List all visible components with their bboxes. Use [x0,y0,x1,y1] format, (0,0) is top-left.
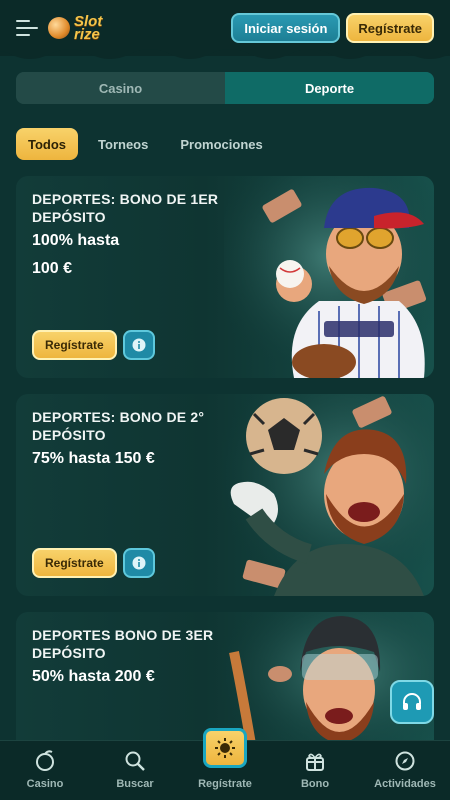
nav-label: Casino [26,778,64,790]
sport-casino-toggle: Casino Deporte [16,72,434,104]
card-title: DEPORTES BONO DE 3ER DEPÓSITO [32,627,214,661]
header-wave [0,44,450,59]
card-offer: 75% hasta 150 € [32,450,155,467]
info-button[interactable] [122,330,155,360]
filter-torneos[interactable]: Torneos [86,128,160,160]
filter-pills: Todos Torneos Promociones [16,128,275,160]
promo-card: DEPORTES: BONO DE 2° DEPÓSITO 75% hasta … [16,394,434,596]
card-offer: 100% hasta [32,232,120,249]
filter-promociones[interactable]: Promociones [168,128,274,160]
nav-label: Bono [300,778,330,790]
logo-ball-icon [48,17,70,39]
nav-casino[interactable]: Casino [0,741,90,800]
gift-icon [306,753,324,771]
logo[interactable]: Slot rize [48,14,102,43]
logo-line2: rize [74,26,100,43]
card-text: DEPORTES BONO DE 3ER DEPÓSITO 50% hasta … [32,626,252,690]
register-button[interactable]: Regístrate [346,13,434,43]
nav-label: Actividades [374,778,436,790]
info-button[interactable] [122,548,155,578]
card-title: DEPORTES: BONO DE 1ER DEPÓSITO [32,191,219,225]
tab-deporte[interactable]: Deporte [225,72,434,104]
info-icon [132,556,146,570]
nav-buscar[interactable]: Buscar [90,741,180,800]
promo-card: DEPORTES: BONO DE 1ER DEPÓSITO 100% hast… [16,176,434,378]
support-button[interactable] [390,680,434,724]
compass-icon [395,751,415,771]
search-icon [125,751,145,771]
headset-icon [403,693,421,710]
filter-todos[interactable]: Todos [16,128,79,160]
card-title: DEPORTES: BONO DE 2° DEPÓSITO [32,409,205,443]
tab-casino[interactable]: Casino [16,72,225,104]
info-icon [132,338,146,352]
nav-label: Regístrate [198,778,252,790]
card-text: DEPORTES: BONO DE 1ER DEPÓSITO 100% hast… [32,190,252,282]
register-icon [215,738,235,758]
nav-label: Buscar [116,778,154,790]
baseball-player-icon [224,176,434,378]
register-nav-button[interactable] [203,728,247,768]
casino-icon [36,750,54,771]
card-register-button[interactable]: Regístrate [32,548,117,578]
card-offer: 50% hasta 200 € [32,668,155,685]
header-actions: Iniciar sesión Regístrate [231,13,434,43]
nav-bono[interactable]: Bono [270,741,360,800]
card-offer-amount: 100 € [32,260,73,277]
card-text: DEPORTES: BONO DE 2° DEPÓSITO 75% hasta … [32,408,252,472]
menu-icon[interactable] [16,20,38,36]
card-actions: Regístrate [32,330,155,360]
login-button[interactable]: Iniciar sesión [231,13,341,43]
nav-actividades[interactable]: Actividades [360,741,450,800]
card-actions: Regístrate [32,548,155,578]
card-register-button[interactable]: Regístrate [32,330,117,360]
logo-text: Slot rize [74,14,102,43]
